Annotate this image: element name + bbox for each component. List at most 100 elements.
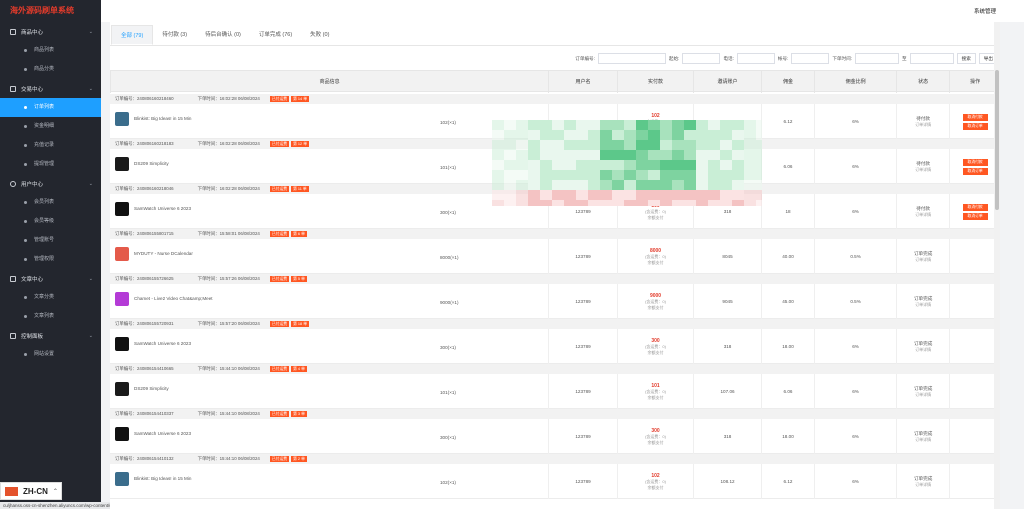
mosaic-pixel <box>660 180 672 190</box>
sidebar-group-1[interactable]: 交易中心 ⌄ <box>0 79 101 98</box>
tab-0[interactable]: 全部 (79) <box>111 25 154 45</box>
cancel-order-button[interactable]: 取消订单 <box>962 212 988 220</box>
inviter-amount: 318 <box>723 344 732 349</box>
mosaic-pixel <box>588 200 600 206</box>
mosaic-pixel <box>564 160 576 170</box>
product-name[interactable]: SamWatch Universe 6 2023 <box>134 341 191 346</box>
mosaic-pixel <box>648 190 660 200</box>
ratio-cell: 6% <box>814 149 896 184</box>
start-input[interactable] <box>682 53 721 64</box>
product-name[interactable]: SamWatch Universe 6 2023 <box>134 206 191 211</box>
sidebar-item-2-2[interactable]: 管理账号 <box>0 231 101 250</box>
sidebar-group-3[interactable]: 文章中心 ⌄ <box>0 269 101 288</box>
phone-input[interactable] <box>736 53 775 64</box>
mosaic-pixel <box>552 140 564 150</box>
date-start-input[interactable] <box>854 53 899 64</box>
product-name[interactable]: Blinkist: Big Ideas! in 15 Min <box>134 116 191 121</box>
mosaic-pixel <box>684 160 696 170</box>
cancel-payment-button[interactable]: 取消付款 <box>962 203 988 211</box>
username-cell: 123789 <box>548 329 616 364</box>
product-name[interactable]: MYDUTY - Nurse DCalendar <box>134 251 193 256</box>
search-button[interactable]: 搜索 <box>956 53 976 64</box>
sidebar-item-4-0[interactable]: 网站设置 <box>0 345 101 364</box>
product-name[interactable]: DS209 Simplicity <box>134 161 169 166</box>
product-name[interactable]: DS209 Simplicity <box>134 386 169 391</box>
order-detail-link[interactable]: 订单详情 <box>915 392 931 398</box>
cancel-payment-button[interactable]: 取消付款 <box>962 113 988 121</box>
table-row[interactable]: DS209 Simplicity 101(×1) 123789 101 (含运费：0) 余… <box>110 374 1000 409</box>
product-name[interactable]: Blinkist: Big Ideas! in 15 Min <box>134 476 191 481</box>
account-input[interactable] <box>791 53 830 64</box>
mosaic-pixel <box>552 200 564 206</box>
table-row[interactable]: MYDUTY - Nurse DCalendar 8000(×1) 123789 80… <box>110 239 1000 274</box>
mosaic-pixel <box>564 150 576 160</box>
tab-4[interactable]: 失败 (0) <box>301 25 338 45</box>
tab-2[interactable]: 待后台确认 (0) <box>196 25 250 45</box>
order-count-tag: 第 18 单 <box>291 320 309 327</box>
mosaic-pixel <box>744 150 756 160</box>
sidebar-item-3-1[interactable]: 文章列表 <box>0 307 101 326</box>
scrollbar-thumb[interactable] <box>995 70 999 210</box>
sidebar-item-0-1[interactable]: 商品分类 <box>0 60 101 79</box>
cancel-payment-button[interactable]: 取消付款 <box>962 158 988 166</box>
table-row[interactable]: SamWatch Universe 6 2023 300(×1) 123789 300… <box>110 329 1000 364</box>
order-detail-link[interactable]: 订单详情 <box>915 167 931 173</box>
order-detail-link[interactable]: 订单详情 <box>915 302 931 308</box>
sidebar-item-2-0[interactable]: 会员列表 <box>0 193 101 212</box>
mosaic-pixel <box>744 180 756 190</box>
mosaic-pixel <box>576 130 588 140</box>
scrollbar[interactable] <box>994 22 1000 509</box>
order-no-input[interactable] <box>597 53 666 64</box>
bullet-icon <box>24 201 27 204</box>
commission-ratio: 0.5% <box>850 299 861 304</box>
sidebar-item-1-2[interactable]: 充值记录 <box>0 136 101 155</box>
sidebar-item-1-1[interactable]: 资金明细 <box>0 117 101 136</box>
order-detail-link[interactable]: 订单详情 <box>915 212 931 218</box>
main-panel: 全部 (79) 待付款 (3) 待后台确认 (0) 订单完成 (76) 失败 (0) 订… <box>110 22 1000 509</box>
order-detail-link[interactable]: 订单详情 <box>915 482 931 488</box>
sidebar-item-0-0[interactable]: 商品列表 <box>0 41 101 60</box>
status-cell: 待付款 订单详情 <box>895 194 949 229</box>
sidebar-item-1-0[interactable]: 订单列表 <box>0 98 101 117</box>
order-detail-link[interactable]: 订单详情 <box>915 437 931 443</box>
system-management-link[interactable]: 系统管理 <box>974 7 996 15</box>
status-cell: 待付款 订单详情 <box>895 104 949 139</box>
table-row[interactable]: Chamet - Live2 Video Chat&amp;Meet 9000(×… <box>110 284 1000 319</box>
cancel-order-button[interactable]: 取消订单 <box>962 167 988 175</box>
mosaic-pixel <box>660 200 672 206</box>
order-detail-link[interactable]: 订单详情 <box>915 257 931 263</box>
table-row[interactable]: Blinkist: Big Ideas! in 15 Min 102(×1) 123… <box>110 464 1000 499</box>
order-block: 订单编号：240806154410132 下单时间：15:44:10 06/08/… <box>110 454 1000 499</box>
mosaic-pixel <box>636 130 648 140</box>
cancel-order-button[interactable]: 取消订单 <box>962 122 988 130</box>
mosaic-pixel <box>732 120 744 130</box>
sidebar-item-2-3[interactable]: 管理权限 <box>0 250 101 269</box>
mosaic-pixel <box>756 200 762 206</box>
mosaic-pixel <box>492 120 504 130</box>
tab-3[interactable]: 订单完成 (76) <box>250 25 301 45</box>
date-end-input[interactable] <box>909 53 954 64</box>
order-detail-link[interactable]: 订单详情 <box>915 122 931 128</box>
mosaic-pixel <box>552 170 564 180</box>
mosaic-pixel <box>528 140 540 150</box>
username-cell: 123789 <box>548 239 616 274</box>
product-name[interactable]: Chamet - Live2 Video Chat&amp;Meet <box>134 296 213 301</box>
mosaic-pixel <box>612 200 624 206</box>
sidebar-group-0[interactable]: 商品中心 ⌄ <box>0 22 101 41</box>
language-switcher[interactable]: ZH-CN ⌃ <box>0 482 62 500</box>
commission: 18.00 <box>782 434 794 439</box>
mosaic-pixel <box>672 190 684 200</box>
mosaic-pixel <box>600 180 612 190</box>
sidebar-item-3-0[interactable]: 文章分类 <box>0 288 101 307</box>
table-row[interactable]: SamWatch Universe 6 2023 300(×1) 123789 300… <box>110 419 1000 454</box>
order-detail-link[interactable]: 订单详情 <box>915 347 931 353</box>
sidebar-group-2[interactable]: 用户中心 ⌄ <box>0 174 101 193</box>
mosaic-pixel <box>732 200 744 206</box>
sidebar-item-1-3[interactable]: 提现管理 <box>0 155 101 174</box>
sidebar-item-2-1[interactable]: 会员等级 <box>0 212 101 231</box>
tab-1[interactable]: 待付款 (3) <box>153 25 196 45</box>
product-name[interactable]: SamWatch Universe 6 2023 <box>134 431 191 436</box>
sidebar-group-4[interactable]: 控制面板 ⌄ <box>0 326 101 345</box>
mosaic-pixel <box>708 200 720 206</box>
mosaic-pixel <box>672 170 684 180</box>
